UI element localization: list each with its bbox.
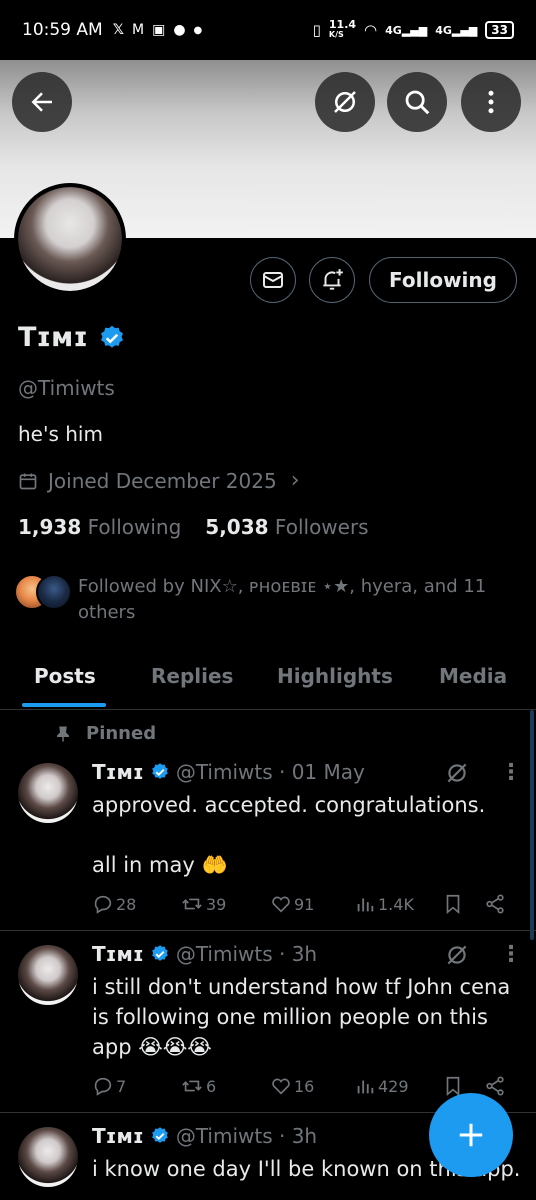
bookmark-button[interactable] xyxy=(442,893,464,915)
post-meta: @Timiwts · 3h xyxy=(175,942,318,966)
post-avatar[interactable] xyxy=(18,945,78,1005)
repost-button[interactable]: 6 xyxy=(180,1075,216,1097)
reply-button[interactable]: 7 xyxy=(92,1075,126,1097)
plus-icon xyxy=(459,1123,483,1147)
search-icon xyxy=(405,90,430,115)
post-meta: @Timiwts · 01 May xyxy=(175,760,365,784)
post-header: Tɪмɪ @Timiwts · 01 May xyxy=(92,760,365,784)
notification-icons: 𝕏 M ▣ ● ● xyxy=(113,22,203,38)
follow-stats: 1,938 Following 5,038 Followers xyxy=(18,515,369,539)
followers-stat[interactable]: 5,038 Followers xyxy=(205,515,368,539)
like-button[interactable]: 16 xyxy=(270,1075,314,1097)
views-button[interactable]: 429 xyxy=(354,1075,409,1097)
share-button[interactable] xyxy=(484,1075,506,1097)
pinned-label: Pinned xyxy=(54,723,156,744)
post-text-line2: all in may 🤲 xyxy=(92,853,228,877)
reply-icon xyxy=(94,895,112,914)
following-button[interactable]: Following xyxy=(369,257,517,303)
bookmark-icon xyxy=(446,894,460,915)
more-vertical-icon xyxy=(488,90,494,114)
battery-icon: 33 xyxy=(485,21,514,39)
profile-name-row: Tɪмɪ xyxy=(18,322,126,353)
post-avatar[interactable] xyxy=(18,763,78,823)
verified-badge-icon xyxy=(151,945,168,961)
profile-avatar[interactable] xyxy=(14,183,126,295)
verified-badge-icon xyxy=(151,763,168,779)
tab-posts[interactable]: Posts xyxy=(34,664,96,688)
tab-replies[interactable]: Replies xyxy=(151,664,233,688)
status-time: 10:59 AM xyxy=(22,20,103,40)
reply-icon xyxy=(94,1077,112,1096)
repost-button[interactable]: 39 xyxy=(180,893,226,915)
compose-button[interactable] xyxy=(429,1093,513,1177)
profile-name: Tɪмɪ xyxy=(18,322,88,353)
post-author: Tɪмɪ xyxy=(92,1124,144,1148)
repost-icon xyxy=(182,1080,202,1092)
signal-1: 4G▂▄▆ xyxy=(385,23,428,37)
share-icon xyxy=(486,1076,504,1096)
pin-icon xyxy=(57,726,69,741)
post-text: i still don't understand how tf John cen… xyxy=(92,975,511,1059)
chat-icon: ● xyxy=(173,22,186,38)
tab-media[interactable]: Media xyxy=(439,664,507,688)
app-icon: ▣ xyxy=(152,22,166,38)
x-app-icon: 𝕏 xyxy=(112,22,124,38)
chevron-right-icon: › xyxy=(290,468,300,493)
joined-row[interactable]: Joined December 2025 › xyxy=(18,468,300,493)
repost-icon xyxy=(182,898,202,910)
net-speed: 11.4 K/S xyxy=(328,18,357,39)
post-header: Tɪмɪ @Timiwts · 3h xyxy=(92,1124,317,1148)
post-meta: @Timiwts · 3h xyxy=(175,1124,318,1148)
calendar-icon xyxy=(19,473,37,489)
mail-icon xyxy=(263,272,283,288)
followed-by-row[interactable]: Followed by NIX☆, ᴘʜᴏᴇʙɪᴇ ⋆★, hyera, and… xyxy=(14,574,498,626)
like-button[interactable]: 91 xyxy=(270,893,314,915)
more-options-button[interactable] xyxy=(461,72,521,132)
grok-icon xyxy=(334,91,356,113)
views-icon xyxy=(357,898,374,912)
vibrate-icon: ▯ xyxy=(312,21,321,39)
share-icon xyxy=(486,894,504,914)
post-more-icon[interactable]: ⋮ xyxy=(500,760,522,785)
post-more-icon[interactable]: ⋮ xyxy=(500,942,522,967)
post-avatar[interactable] xyxy=(18,1127,78,1187)
joined-date: Joined December 2025 xyxy=(48,468,277,493)
profile-tabs: Posts Replies Highlights Media xyxy=(0,648,536,710)
status-right: ▯ 11.4 K/S ◠ 4G▂▄▆ 4G▂▄▆ 33 xyxy=(312,18,514,40)
tab-indicator xyxy=(22,703,106,707)
heart-icon xyxy=(272,1078,290,1095)
gmail-icon: M xyxy=(131,22,145,38)
grok-icon[interactable] xyxy=(444,760,470,786)
notify-button[interactable] xyxy=(309,257,355,303)
grok-icon[interactable] xyxy=(444,942,470,968)
message-button[interactable] xyxy=(250,257,296,303)
post-header: Tɪмɪ @Timiwts · 3h xyxy=(92,942,317,966)
grok-button[interactable] xyxy=(315,72,375,132)
reply-button[interactable]: 28 xyxy=(92,893,136,915)
profile-bio: he's him xyxy=(18,422,103,446)
wifi-icon: ◠ xyxy=(364,21,378,39)
following-stat[interactable]: 1,938 Following xyxy=(18,515,181,539)
back-button[interactable] xyxy=(12,72,72,132)
search-button[interactable] xyxy=(387,72,447,132)
views-icon xyxy=(357,1080,374,1094)
follower-avatar-2 xyxy=(36,574,72,610)
status-bar: 10:59 AM 𝕏 M ▣ ● ● ▯ 11.4 K/S ◠ 4G▂▄▆ 4G… xyxy=(0,0,536,60)
profile-handle: @Timiwts xyxy=(18,376,115,400)
bell-plus-icon xyxy=(323,269,343,290)
post-author: Tɪмɪ xyxy=(92,942,144,966)
share-button[interactable] xyxy=(484,893,506,915)
verified-badge-icon xyxy=(151,1127,168,1143)
post-text: approved. accepted. congratulations. xyxy=(92,793,486,817)
verified-badge-icon xyxy=(100,325,123,348)
post-author: Tɪмɪ xyxy=(92,760,144,784)
heart-icon xyxy=(272,896,290,913)
back-arrow-icon xyxy=(31,92,52,112)
signal-2: 4G▂▄▆ xyxy=(435,23,478,37)
views-button[interactable]: 1.4K xyxy=(354,893,414,915)
tab-highlights[interactable]: Highlights xyxy=(277,664,393,688)
followed-by-text: Followed by NIX☆, ᴘʜᴏᴇʙɪᴇ ⋆★, hyera, and… xyxy=(78,576,487,623)
dot-icon: ● xyxy=(193,24,203,36)
